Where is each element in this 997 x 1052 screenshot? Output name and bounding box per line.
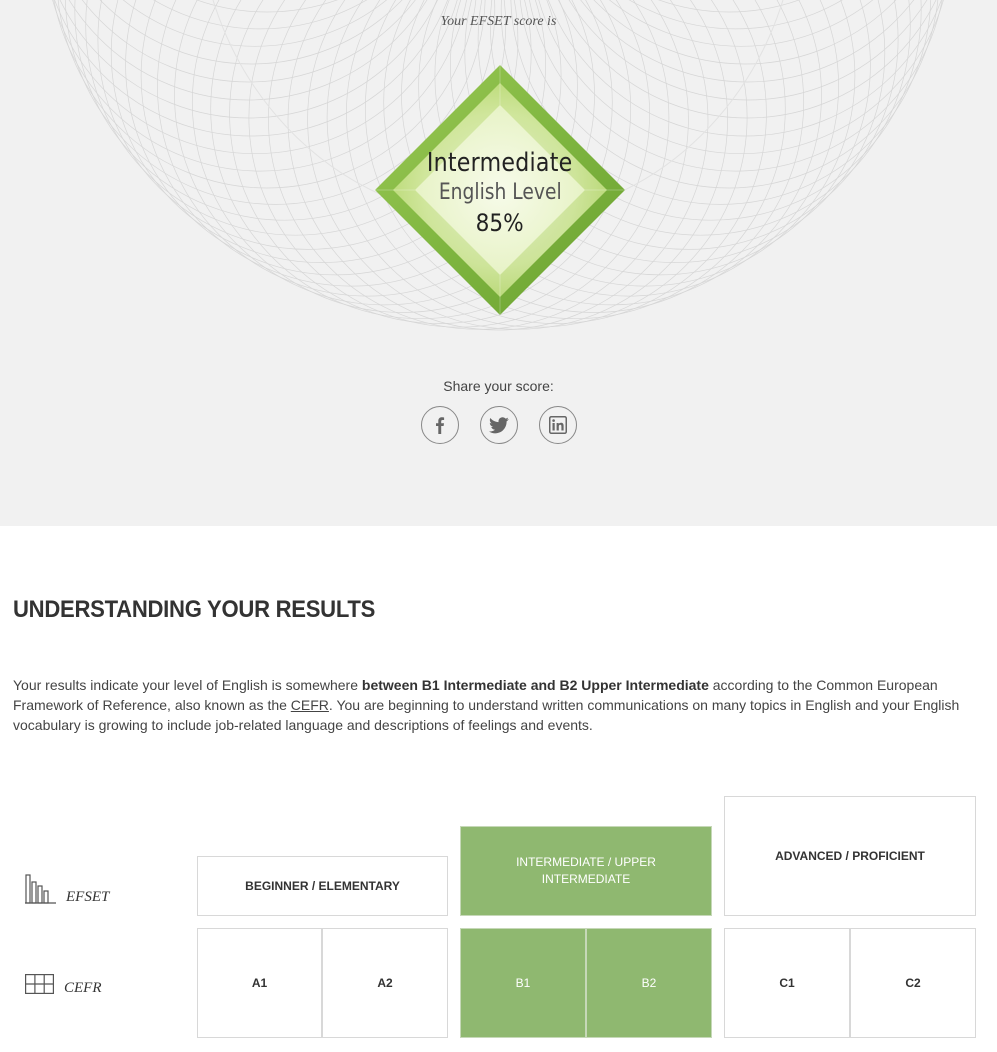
results-description: Your results indicate your level of Engl… [13,675,988,735]
score-label: Your EFSET score is [440,14,557,29]
level-b1: B1 [460,928,586,1038]
level-c2: C2 [850,928,976,1038]
cefr-link[interactable]: CEFR [291,697,329,713]
level-label: A2 [377,975,393,990]
band-advanced: ADVANCED / PROFICIENT [724,796,976,916]
linkedin-share-button[interactable] [539,406,577,444]
level-label: B2 [641,975,657,990]
grid-icon [25,973,54,994]
bar-chart-icon [25,873,56,904]
facebook-share-button[interactable] [421,406,459,444]
band-intermediate: INTERMEDIATE / UPPER INTERMEDIATE [460,826,712,916]
level-label: C2 [905,975,921,990]
desc-text-1: Your results indicate your level of Engl… [13,677,362,693]
badge-score: 85% [475,208,525,237]
badge-text: Intermediate English Level 85% [375,65,625,315]
level-label: C1 [779,975,795,990]
level-b2: B2 [586,928,712,1038]
efset-row-label: EFSET [25,871,109,906]
level-label: A1 [251,975,268,990]
twitter-share-button[interactable] [480,406,518,444]
linkedin-icon [549,416,567,434]
band-label: BEGINNER / ELEMENTARY [245,878,400,893]
level-a1: A1 [197,928,322,1038]
share-label: Share your score: [443,378,554,394]
band-label: INTERMEDIATE / UPPER INTERMEDIATE [516,855,656,886]
badge-subtitle: English Level [438,179,562,205]
band-label: ADVANCED / PROFICIENT [775,848,925,863]
efset-label: EFSET [66,889,110,905]
badge-level: Intermediate [427,147,573,178]
desc-level-range: between B1 Intermediate and B2 Upper Int… [361,677,709,693]
results-title: UNDERSTANDING YOUR RESULTS [13,596,376,623]
cefr-row-label: CEFR [25,970,102,997]
level-a2: A2 [322,928,448,1038]
level-label: B1 [515,975,531,990]
facebook-icon [436,417,445,434]
cefr-label: CEFR [64,980,102,996]
level-c1: C1 [724,928,850,1038]
score-hero: Your EFSET score is Intermediate English… [0,0,997,526]
band-beginner: BEGINNER / ELEMENTARY [197,856,448,916]
twitter-icon [489,416,509,433]
